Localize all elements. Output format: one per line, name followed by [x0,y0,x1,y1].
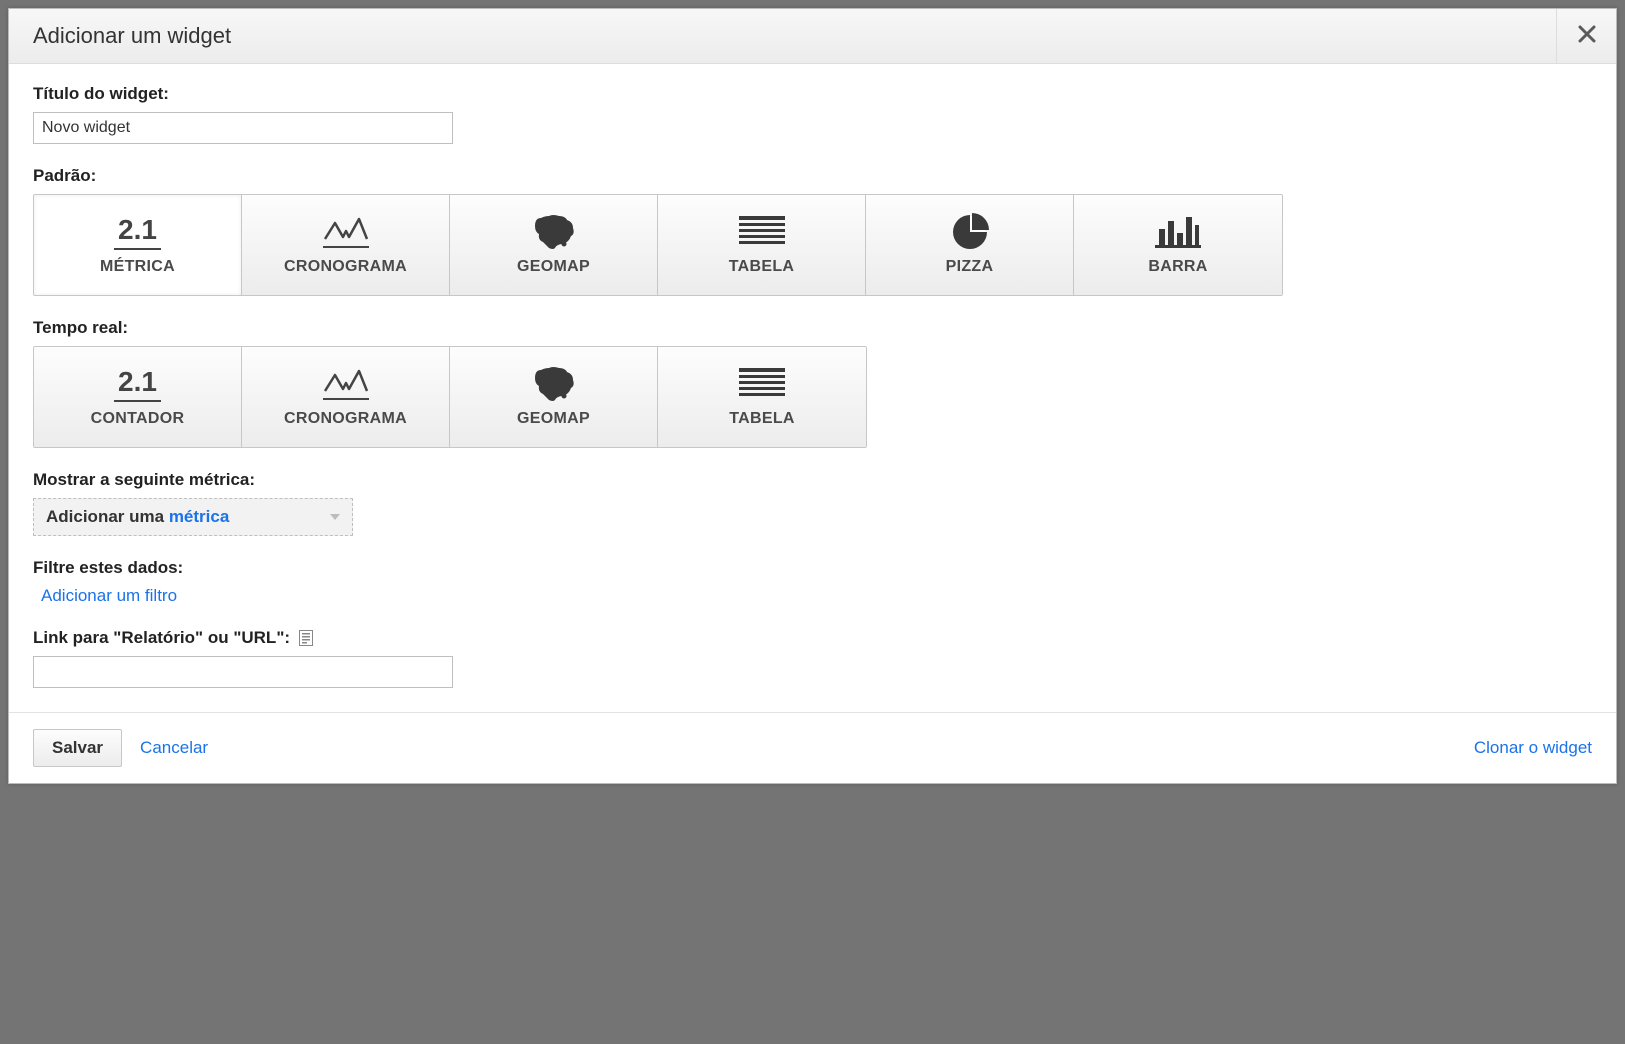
metric-picker-link-text: métrica [169,507,229,526]
widget-type-contador[interactable]: 2.1 CONTADOR [34,347,242,447]
realtime-label: Tempo real: [33,318,1592,338]
cancel-link[interactable]: Cancelar [140,738,208,758]
widget-type-label: GEOMAP [517,258,590,276]
metric-picker-prefix: Adicionar uma [46,507,169,526]
widget-title-label: Título do widget: [33,84,1592,104]
bar-chart-icon [1155,214,1201,250]
add-widget-dialog: Adicionar um widget Título do widget: Pa… [8,8,1617,784]
table-icon [739,366,785,402]
widget-type-label: TABELA [729,410,795,428]
geomap-icon [529,366,579,402]
widget-title-input[interactable] [33,112,453,144]
widget-type-label: GEOMAP [517,410,590,428]
metric-number-icon: 2.1 [114,366,161,402]
widget-type-geomap[interactable]: GEOMAP [450,195,658,295]
widget-type-label: CRONOGRAMA [284,410,407,428]
geomap-icon [529,214,579,250]
widget-type-tabela[interactable]: TABELA [658,347,866,447]
widget-type-label: TABELA [729,258,795,276]
close-icon [1578,23,1596,49]
add-filter-link[interactable]: Adicionar um filtro [41,586,177,605]
report-icon [298,630,314,646]
close-button[interactable] [1556,9,1616,63]
metric-picker[interactable]: Adicionar uma métrica [33,498,353,536]
widget-type-label: CRONOGRAMA [284,258,407,276]
realtime-types-section: Tempo real: 2.1 CONTADOR CRONOGRAMA GEOMAP T… [33,318,1592,448]
dialog-title: Adicionar um widget [33,23,231,49]
widget-type-cronograma[interactable]: CRONOGRAMA [242,195,450,295]
caret-down-icon [330,514,340,520]
timeline-icon [321,366,371,402]
metric-picker-text: Adicionar uma métrica [46,507,229,527]
widget-type-metrica[interactable]: 2.1 MÉTRICA [34,195,242,295]
standard-label: Padrão: [33,166,1592,186]
metric-label: Mostrar a seguinte métrica: [33,470,1592,490]
save-button[interactable]: Salvar [33,729,122,767]
filter-section: Filtre estes dados: Adicionar um filtro [33,558,1592,606]
metric-section: Mostrar a seguinte métrica: Adicionar um… [33,470,1592,536]
table-icon [739,214,785,250]
metric-number-icon: 2.1 [114,214,161,250]
widget-type-pizza[interactable]: PIZZA [866,195,1074,295]
widget-type-barra[interactable]: BARRA [1074,195,1282,295]
widget-type-label: BARRA [1148,258,1207,276]
link-section: Link para "Relatório" ou "URL": [33,628,1592,688]
standard-type-row: 2.1 MÉTRICA CRONOGRAMA GEOMAP TABELA PIZZA BAR… [33,194,1283,296]
widget-type-geomap[interactable]: GEOMAP [450,347,658,447]
filter-label: Filtre estes dados: [33,558,1592,578]
pie-chart-icon [951,214,989,250]
timeline-icon [321,214,371,250]
dialog-body: Título do widget: Padrão: 2.1 MÉTRICA CRON… [9,64,1616,712]
link-input[interactable] [33,656,453,688]
clone-widget-link[interactable]: Clonar o widget [1474,738,1592,758]
footer-left: Salvar Cancelar [33,729,208,767]
dialog-footer: Salvar Cancelar Clonar o widget [9,712,1616,783]
widget-type-tabela[interactable]: TABELA [658,195,866,295]
widget-title-section: Título do widget: [33,84,1592,144]
widget-type-label: CONTADOR [91,410,185,428]
widget-type-label: PIZZA [946,258,994,276]
realtime-type-row: 2.1 CONTADOR CRONOGRAMA GEOMAP TABELA [33,346,867,448]
widget-type-label: MÉTRICA [100,258,175,276]
standard-types-section: Padrão: 2.1 MÉTRICA CRONOGRAMA GEOMAP TABELA… [33,166,1592,296]
link-label: Link para "Relatório" ou "URL": [33,628,290,648]
dialog-header: Adicionar um widget [9,9,1616,64]
widget-type-cronograma[interactable]: CRONOGRAMA [242,347,450,447]
